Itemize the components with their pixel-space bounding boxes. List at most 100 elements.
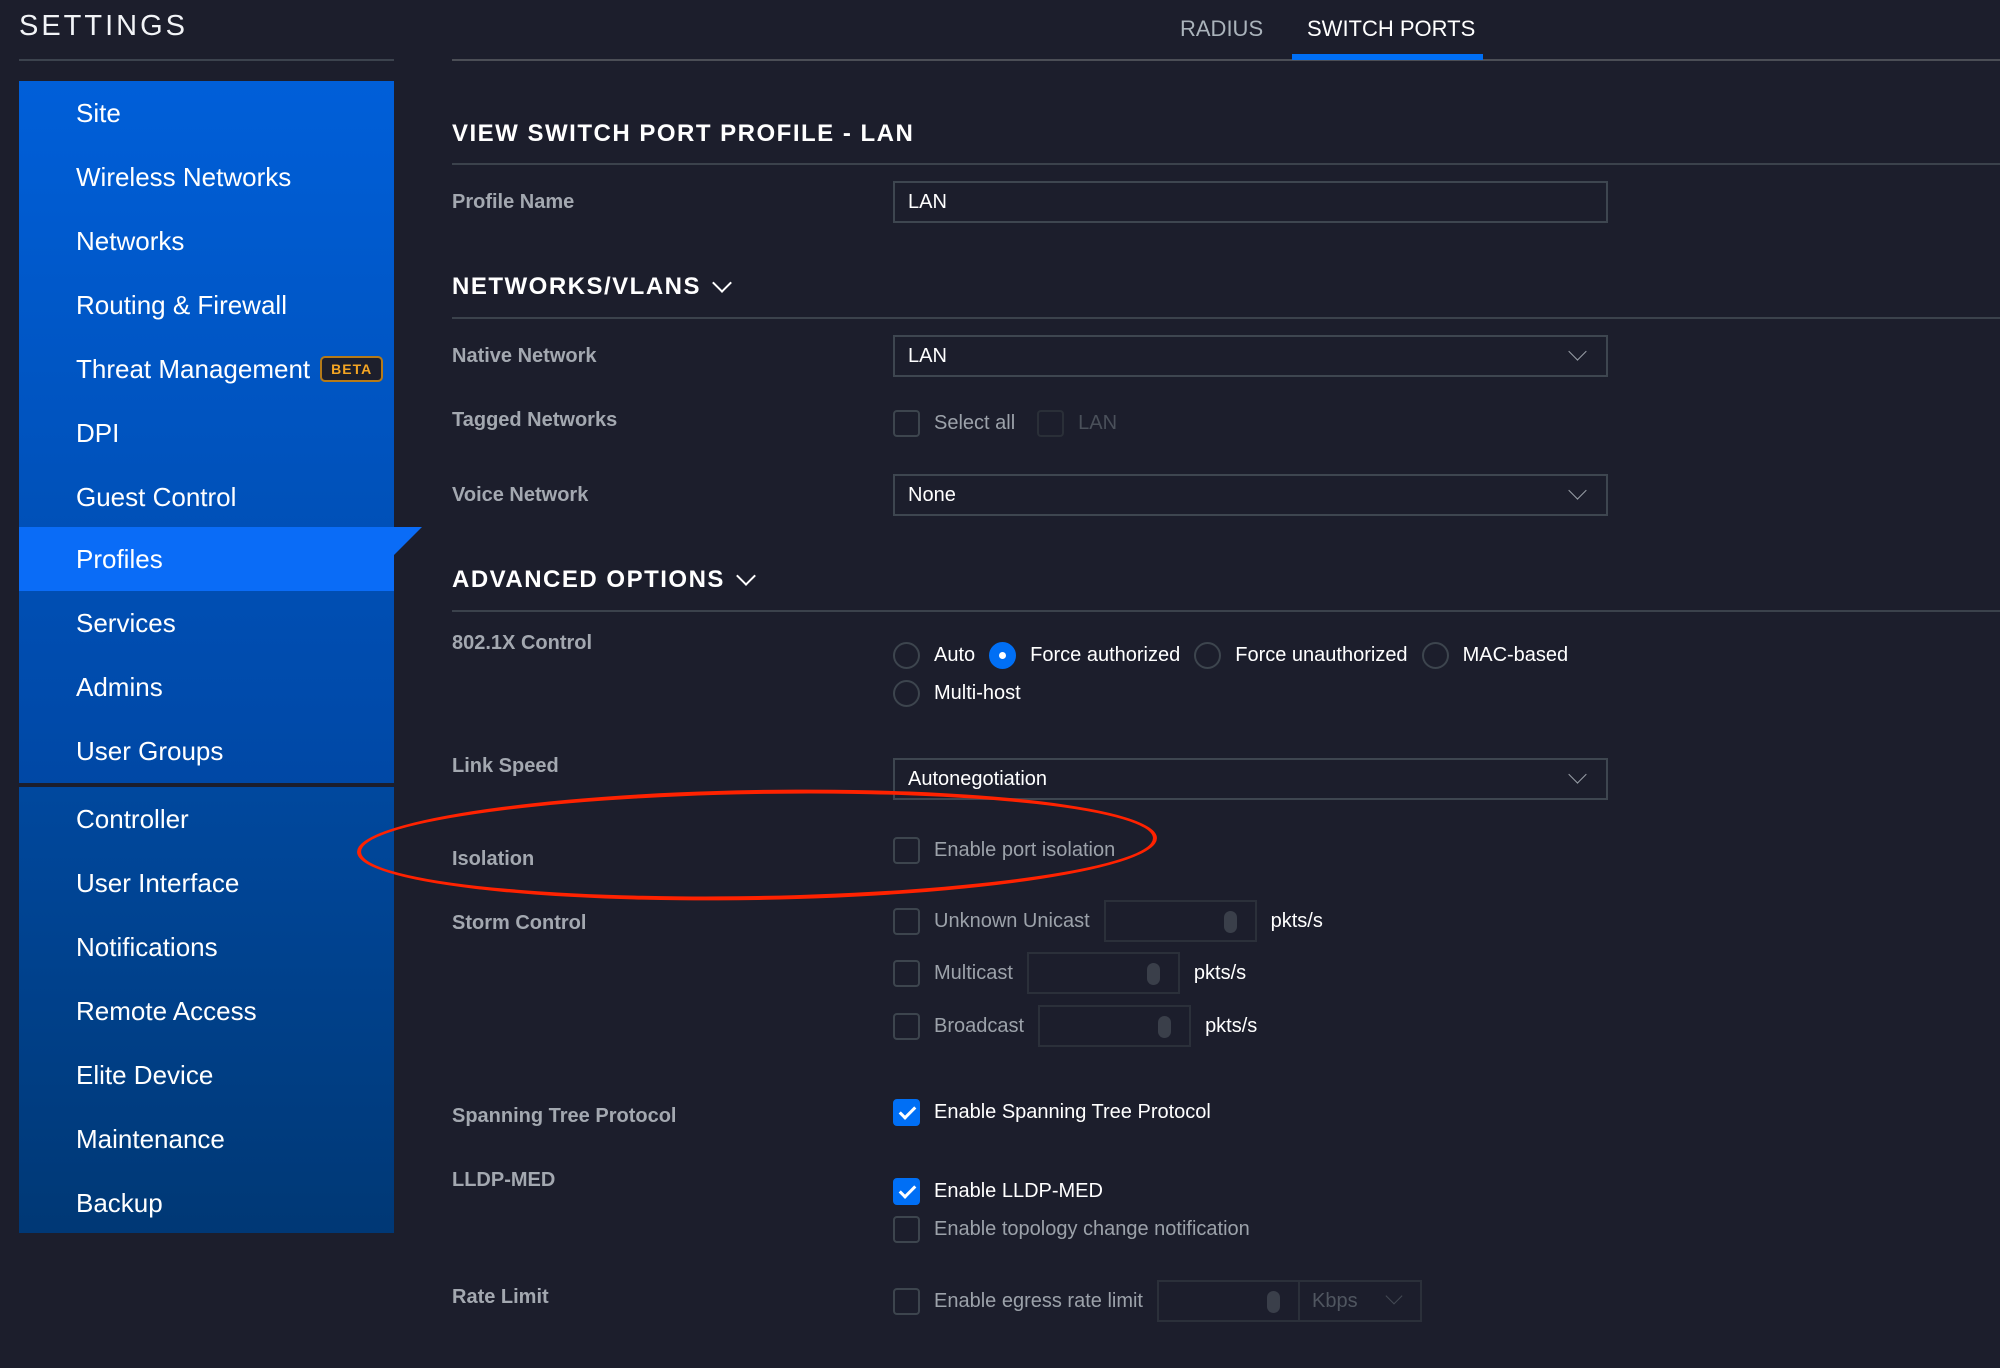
settings-title: SETTINGS: [19, 10, 189, 42]
stp-checkbox[interactable]: [893, 1099, 920, 1126]
sidebar-item-label: Site: [76, 97, 121, 128]
sidebar-item-label: Profiles: [76, 543, 163, 574]
unit-label: pkts/s: [1270, 909, 1323, 932]
sidebar-item-label: Remote Access: [76, 995, 257, 1026]
radio-label: Multi-host: [934, 682, 1021, 704]
sidebar-item-backup[interactable]: Backup: [19, 1171, 394, 1235]
sidebar-item-label: Wireless Networks: [76, 161, 292, 192]
chevron-down-icon: [1385, 1287, 1403, 1305]
section-divider: [452, 610, 2000, 612]
sidebar-item-label: Notifications: [76, 931, 218, 962]
tab-switch-ports[interactable]: SWITCH PORTS: [1307, 16, 1475, 42]
topology-change-label: Enable topology change notification: [934, 1218, 1250, 1240]
radio-auto[interactable]: [893, 642, 920, 669]
chevron-down-icon: [736, 566, 756, 586]
sidebar-item-networks[interactable]: Networks: [19, 209, 394, 273]
voice-network-value: None: [908, 483, 956, 506]
sidebar-item-label: Networks: [76, 225, 185, 256]
egress-rate-limit-checkbox[interactable]: [893, 1287, 920, 1315]
tagged-networks-label: Tagged Networks: [452, 409, 618, 431]
sidebar-item-routing-firewall[interactable]: Routing & Firewall: [19, 273, 394, 337]
select-all-label: Select all: [934, 412, 1016, 434]
broadcast-checkbox[interactable]: [893, 1012, 920, 1040]
unit-label: pkts/s: [1193, 961, 1247, 984]
spinner-icon[interactable]: [1266, 1291, 1280, 1313]
link-speed-label: Link Speed: [452, 755, 559, 777]
sidebar-item-label: Guest Control: [76, 481, 237, 512]
unknown-unicast-label: Unknown Unicast: [934, 909, 1090, 932]
sidebar-item-label: Controller: [76, 803, 189, 834]
radio-label: Auto: [934, 644, 976, 666]
page-title: VIEW SWITCH PORT PROFILE - LAN: [452, 120, 915, 147]
lldp-med-checkbox[interactable]: [893, 1178, 920, 1205]
stp-option-label: Enable Spanning Tree Protocol: [934, 1101, 1211, 1123]
rate-limit-label: Rate Limit: [452, 1286, 549, 1308]
tagged-lan-checkbox[interactable]: [1037, 410, 1065, 437]
rate-unit-select[interactable]: Kbps: [1299, 1280, 1422, 1322]
select-all-checkbox[interactable]: [893, 410, 920, 437]
sidebar-item-notifications[interactable]: Notifications: [19, 915, 394, 979]
radio-label: Force unauthorized: [1235, 644, 1408, 666]
sidebar-item-wireless-networks[interactable]: Wireless Networks: [19, 145, 394, 209]
unknown-unicast-checkbox[interactable]: [893, 907, 920, 935]
unit-label: pkts/s: [1205, 1014, 1258, 1037]
active-tab-indicator: [1292, 54, 1483, 60]
sidebar-item-controller[interactable]: Controller: [19, 787, 394, 851]
sidebar-item-remote-access[interactable]: Remote Access: [19, 979, 394, 1043]
radio-mac-based[interactable]: [1421, 642, 1449, 669]
port-isolation-checkbox[interactable]: [893, 837, 920, 864]
radio-force-unauthorized[interactable]: [1194, 642, 1222, 669]
voice-network-label: Voice Network: [452, 484, 589, 506]
sidebar-item-elite-device[interactable]: Elite Device: [19, 1043, 394, 1107]
link-speed-select[interactable]: Autonegotiation: [893, 758, 1608, 800]
chevron-down-icon: [712, 273, 732, 293]
sidebar-item-label: Admins: [76, 671, 163, 702]
networks-section-header[interactable]: NETWORKS/VLANS: [452, 273, 732, 301]
radio-label: MAC-based: [1462, 644, 1569, 666]
spinner-icon[interactable]: [1223, 911, 1237, 933]
sidebar-item-user-groups[interactable]: User Groups: [19, 719, 394, 783]
voice-network-select[interactable]: None: [893, 474, 1608, 516]
sidebar-item-admins[interactable]: Admins: [19, 655, 394, 719]
sidebar-item-profiles[interactable]: Profiles: [19, 527, 422, 591]
sidebar-item-label: Threat Management: [76, 353, 311, 384]
profile-name-input[interactable]: [893, 181, 1608, 223]
broadcast-label: Broadcast: [934, 1014, 1025, 1037]
radio-multi-host[interactable]: [893, 680, 920, 707]
sidebar-item-guest-control[interactable]: Guest Control: [19, 465, 394, 529]
sidebar-item-dpi[interactable]: DPI: [19, 401, 394, 465]
multicast-checkbox[interactable]: [893, 959, 920, 987]
rate-unit-value: Kbps: [1311, 1289, 1358, 1312]
broadcast-input[interactable]: [1038, 1005, 1192, 1047]
sidebar-group-site: Site Wireless Networks Networks Routing …: [19, 81, 422, 783]
sidebar-item-site[interactable]: Site: [19, 81, 394, 145]
advanced-options-header[interactable]: ADVANCED OPTIONS: [452, 566, 756, 594]
radio-force-authorized[interactable]: [989, 642, 1017, 669]
sidebar-item-label: Routing & Firewall: [76, 289, 287, 320]
link-speed-value: Autonegotiation: [908, 767, 1048, 790]
lldp-med-label: LLDP-MED: [452, 1169, 556, 1191]
native-network-label: Native Network: [452, 345, 597, 367]
egress-rate-input[interactable]: [1156, 1280, 1300, 1322]
stp-label: Spanning Tree Protocol: [452, 1105, 677, 1127]
multicast-input[interactable]: [1026, 952, 1180, 994]
sidebar-item-maintenance[interactable]: Maintenance: [19, 1107, 394, 1171]
sidebar-item-user-interface[interactable]: User Interface: [19, 851, 394, 915]
sidebar-item-label: DPI: [76, 417, 120, 448]
unknown-unicast-input[interactable]: [1103, 900, 1257, 942]
tab-radius[interactable]: RADIUS: [1180, 16, 1263, 42]
sidebar-item-services[interactable]: Services: [19, 591, 394, 655]
topology-change-checkbox[interactable]: [893, 1216, 920, 1243]
sidebar-item-label: Backup: [76, 1187, 163, 1218]
sidebar-item-label: User Groups: [76, 735, 224, 766]
native-network-value: LAN: [908, 344, 947, 367]
isolation-label: Isolation: [452, 848, 535, 870]
spinner-icon[interactable]: [1158, 1016, 1172, 1038]
sidebar-group-controller: Controller User Interface Notifications …: [19, 787, 394, 1233]
native-network-select[interactable]: LAN: [893, 335, 1608, 377]
sidebar-item-threat-management[interactable]: Threat Management BETA: [19, 337, 394, 401]
spinner-icon[interactable]: [1146, 963, 1160, 985]
chevron-down-icon: [1568, 342, 1587, 361]
sidebar-item-label: Maintenance: [76, 1123, 225, 1154]
profile-name-label: Profile Name: [452, 191, 575, 213]
